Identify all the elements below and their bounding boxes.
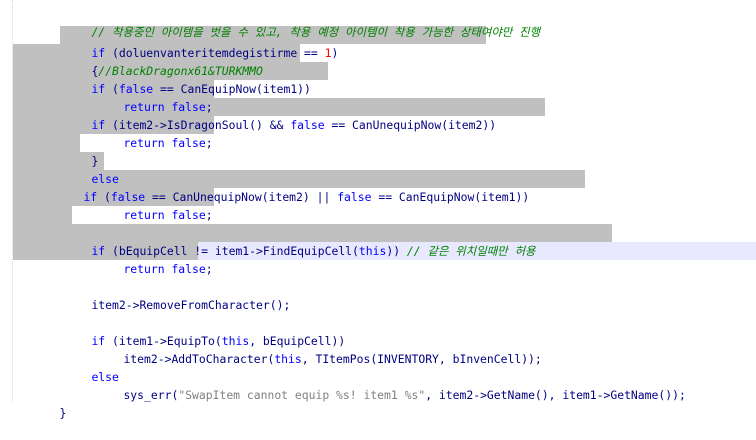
code-token: , item2->GetName(), item1->GetName()); bbox=[425, 388, 686, 402]
code-token: )) bbox=[386, 244, 407, 258]
keyword-token: false bbox=[290, 118, 325, 132]
keyword-token: return bbox=[123, 208, 165, 222]
code-line-8: } bbox=[64, 134, 98, 168]
code-token: ; bbox=[205, 208, 213, 222]
keyword-token: this bbox=[274, 352, 302, 366]
keyword-token: false bbox=[171, 208, 206, 222]
keyword-token: return bbox=[123, 136, 165, 150]
keyword-token: false bbox=[171, 262, 206, 276]
string-token: "SwapItem cannot equip %s! item1 %s" bbox=[178, 388, 426, 402]
comment-token: // 같은 위치일때만 허용 bbox=[406, 244, 536, 258]
code-token: item2->RemoveFromCharacter(); bbox=[91, 298, 291, 312]
code-token: item2->AddToCharacter( bbox=[123, 352, 275, 366]
code-line-13: if (bEquipCell != item1->FindEquipCell(t… bbox=[64, 224, 535, 258]
keyword-token: false bbox=[337, 190, 372, 204]
keyword-token: false bbox=[171, 136, 206, 150]
code-line-4: if (false == CanEquipNow(item1)) bbox=[64, 62, 310, 96]
code-token: ; bbox=[205, 262, 213, 276]
code-line-7: return false; bbox=[96, 116, 212, 150]
code-editor[interactable]: // 착용중인 아이템을 벗을 수 있고, 착용 예정 아이템이 착용 가능한 … bbox=[0, 0, 756, 420]
code-line-11: return false; bbox=[96, 188, 212, 222]
code-token: sys_err( bbox=[123, 388, 179, 402]
code-line-16: item2->RemoveFromCharacter(); bbox=[64, 278, 290, 312]
code-line-14: return false; bbox=[96, 242, 212, 276]
code-line-21: sys_err("SwapItem cannot equip %s! item1… bbox=[96, 368, 685, 402]
code-line-3: {//BlackDragonx61&TURKMMO bbox=[64, 44, 262, 78]
code-line-5: return false; bbox=[96, 80, 212, 114]
keyword-token: return bbox=[123, 262, 165, 276]
code-line-19: item2->AddToCharacter(this, TItemPos(INV… bbox=[96, 332, 541, 366]
code-token: ; bbox=[205, 136, 213, 150]
keyword-token: this bbox=[358, 244, 387, 258]
editor-gutter bbox=[0, 0, 13, 402]
code-line-22: } bbox=[32, 386, 66, 420]
code-line-6: if (item2->IsDragonSoul() && false == Ca… bbox=[64, 98, 496, 132]
code-line-1: // 착용중인 아이템을 벗을 수 있고, 착용 예정 아이템이 착용 가능한 … bbox=[64, 5, 540, 39]
code-token: == CanEquipNow(item1)) bbox=[371, 190, 530, 204]
code-line-2: if (doluenvanteritemdegistirme == 1) bbox=[64, 26, 338, 60]
code-token: , TItemPos(INVENTORY, bInvenCell)); bbox=[301, 352, 542, 366]
code-line-10: if (false == CanUnequipNow(item2) || fal… bbox=[56, 170, 529, 204]
code-token: ) bbox=[331, 46, 339, 60]
code-token: == CanUnequipNow(item2)) bbox=[324, 118, 497, 132]
code-line-9: else bbox=[64, 152, 118, 186]
code-line-18: if (item1->EquipTo(this, bEquipCell)) bbox=[64, 314, 345, 348]
brace-token: } bbox=[59, 406, 67, 420]
code-line-20: else bbox=[64, 350, 118, 384]
